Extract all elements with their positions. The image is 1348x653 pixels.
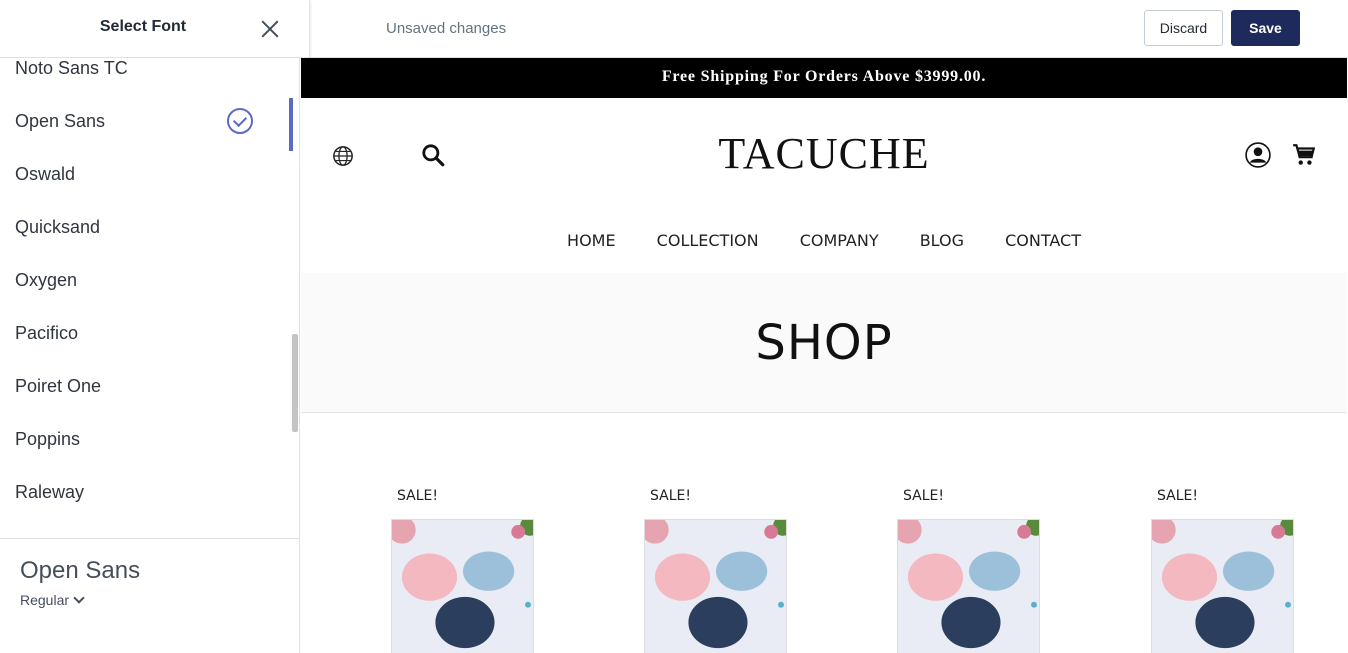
product-image[interactable] [1151,519,1294,653]
font-item-label: Open Sans [15,111,106,131]
font-item[interactable]: Poiret One [0,360,299,413]
font-weight-label: Regular [20,592,70,608]
font-item[interactable]: Oxygen [0,254,299,307]
nav-contact[interactable]: CONTACT [1005,231,1081,250]
discard-button[interactable]: Discard [1144,10,1223,46]
nav-company[interactable]: COMPANY [800,231,879,250]
shop-banner: SHOP [301,273,1347,413]
font-item[interactable]: Quicksand [0,201,299,254]
store-header: TACUCHE HOME COLLECTION COMPANY BLOG CON… [301,98,1347,273]
top-bar: Select Font Unsaved changes Discard Save [0,0,1348,58]
font-item[interactable]: Pacifico [0,307,299,360]
chevron-down-icon [73,592,85,604]
close-icon[interactable] [258,17,282,41]
check-circle-icon [227,108,253,134]
sale-badge: SALE! [650,488,691,504]
sale-badge: SALE! [1157,488,1198,504]
store-preview: Free Shipping For Orders Above $3999.00.… [301,58,1347,653]
nav-home[interactable]: HOME [567,231,616,250]
nav-collection[interactable]: COLLECTION [657,231,759,250]
selected-indicator [289,98,293,151]
sale-badge: SALE! [903,488,944,504]
font-item-selected[interactable]: Open Sans [0,95,299,148]
current-font-name: Open Sans [20,557,141,584]
font-item[interactable]: Noto Sans TC [0,58,299,95]
product-image[interactable] [644,519,787,653]
font-preview-footer: Open Sans Regular [0,538,299,653]
font-list: Noto Sans TC Open Sans Oswald Quicksand … [0,58,299,519]
panel-title: Select Font [99,18,187,35]
announcement-bar: Free Shipping For Orders Above $3999.00. [301,58,1347,98]
store-logo[interactable]: TACUCHE [301,128,1347,179]
scrollbar[interactable] [292,334,298,432]
font-sidebar: Noto Sans TC Open Sans Oswald Quicksand … [0,58,300,653]
nav-blog[interactable]: BLOG [920,231,964,250]
unsaved-status: Unsaved changes [386,20,507,37]
font-item[interactable]: Oswald [0,148,299,201]
user-icon[interactable] [1245,142,1271,168]
main-nav: HOME COLLECTION COMPANY BLOG CONTACT [301,231,1347,250]
font-item[interactable]: Poppins [0,413,299,466]
panel-header: Select Font [0,0,310,58]
product-image[interactable] [391,519,534,653]
product-image[interactable] [897,519,1040,653]
save-button[interactable]: Save [1231,10,1300,46]
font-weight-select[interactable]: Regular [20,592,85,608]
page-title: SHOP [755,315,893,371]
cart-icon[interactable] [1291,142,1317,168]
sale-badge: SALE! [397,488,438,504]
font-item[interactable]: Raleway [0,466,299,519]
